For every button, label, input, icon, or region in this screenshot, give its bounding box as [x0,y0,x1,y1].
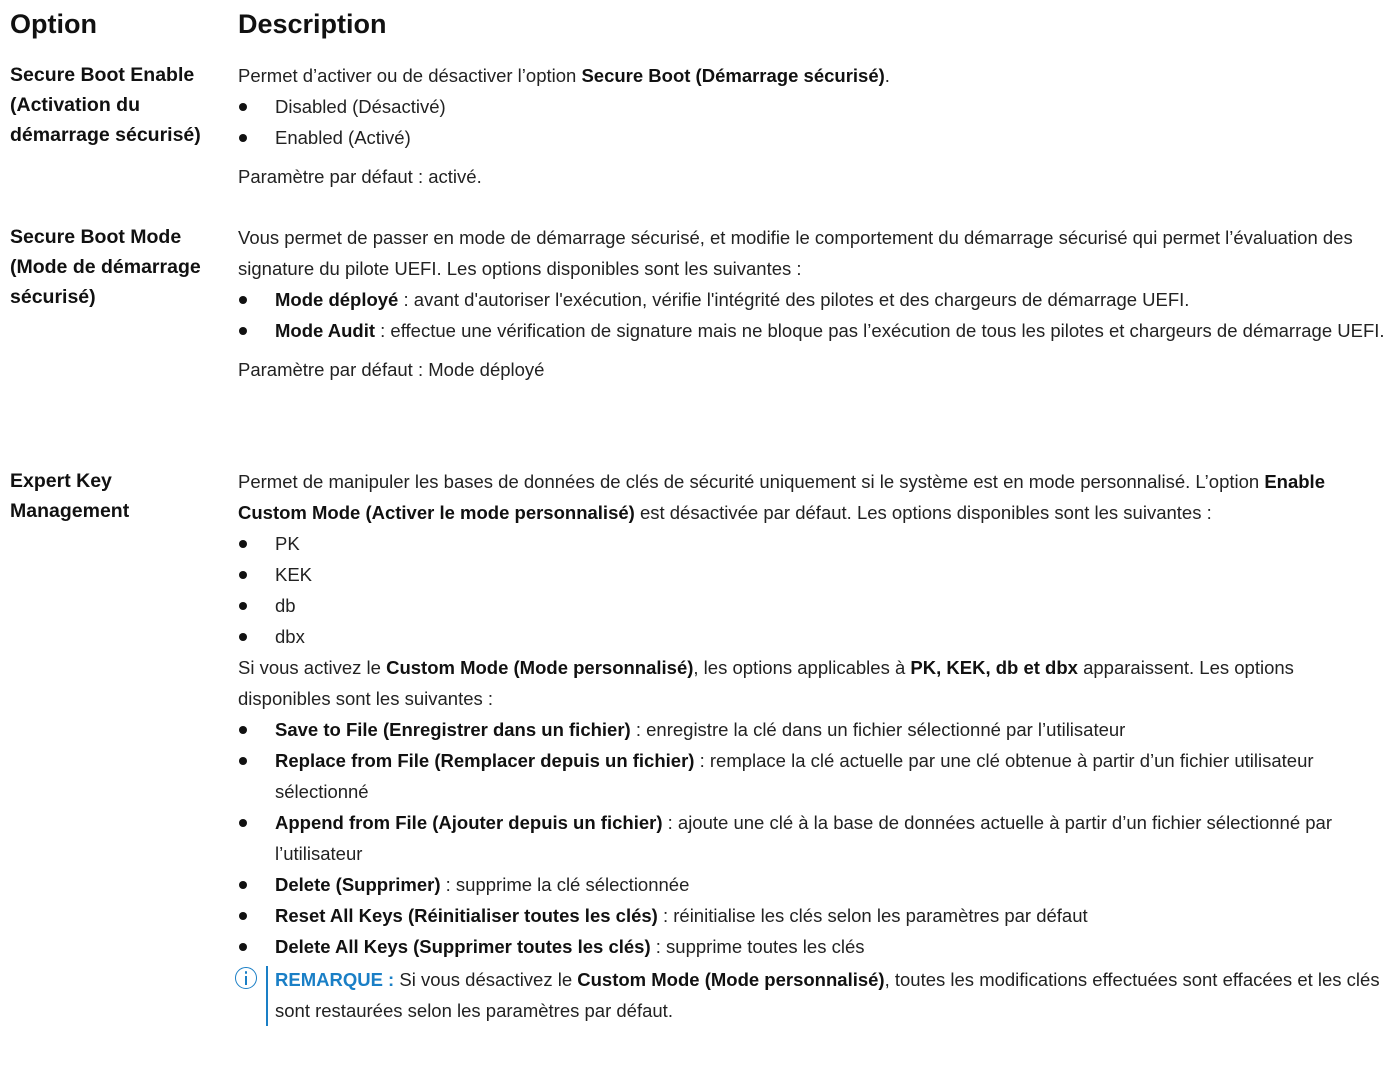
custom-mode-intro: Si vous activez le Custom Mode (Mode per… [238,657,1294,709]
description-intro: Permet d’activer ou de désactiver l’opti… [238,65,890,86]
option-secure-boot-enable: Secure Boot Enable (Activation du démarr… [10,64,201,146]
description-intro: Permet de manipuler les bases de données… [238,471,1325,523]
info-icon [235,967,257,989]
list-item: PK [238,528,1388,559]
list-item: KEK [238,559,1388,590]
description-secure-boot-enable: Permet d’activer ou de désactiver l’opti… [238,60,1388,192]
list-item: Enabled (Activé) [238,122,1388,153]
note-text: Si vous désactivez le [394,969,578,990]
description-intro: Vous permet de passer en mode de démarra… [238,227,1353,279]
list-item: Delete (Supprimer) : supprime la clé sél… [238,869,1388,900]
list-item: Disabled (Désactivé) [238,91,1388,122]
option-secure-boot-mode: Secure Boot Mode (Mode de démarrage sécu… [10,226,201,308]
default-setting: Paramètre par défaut : activé. [238,166,482,187]
note-callout: REMARQUE : Si vous désactivez le Custom … [235,964,1388,1026]
option-list: Mode déployé : avant d'autoriser l'exécu… [238,284,1388,346]
list-item: Mode Audit : effectue une vérification d… [238,315,1388,346]
list-item: Reset All Keys (Réinitialiser toutes les… [238,900,1388,931]
option-expert-key-management: Expert Key Management [10,470,130,522]
description-expert-key-management: Permet de manipuler les bases de données… [235,466,1388,1026]
list-item: Replace from File (Remplacer depuis un f… [238,745,1388,807]
list-item: Mode déployé : avant d'autoriser l'exécu… [238,284,1388,315]
list-item: Append from File (Ajouter depuis un fich… [238,807,1388,869]
note-label: REMARQUE : [275,969,395,990]
list-item: Save to File (Enregistrer dans un fichie… [238,714,1388,745]
description-secure-boot-mode: Vous permet de passer en mode de démarra… [238,222,1388,385]
column-header-description: Description [238,9,387,39]
default-setting: Paramètre par défaut : Mode déployé [238,359,545,380]
option-list: Disabled (Désactivé) Enabled (Activé) [238,91,1388,153]
list-item: Delete All Keys (Supprimer toutes les cl… [238,931,1388,962]
column-header-option: Option [10,9,97,39]
list-item: db [238,590,1388,621]
note-divider [266,966,268,1026]
key-list: PK KEK db dbx [238,528,1388,652]
custom-mode-option-list: Save to File (Enregistrer dans un fichie… [238,714,1388,962]
list-item: dbx [238,621,1388,652]
note-bold-text: Custom Mode (Mode personnalisé) [577,969,885,990]
